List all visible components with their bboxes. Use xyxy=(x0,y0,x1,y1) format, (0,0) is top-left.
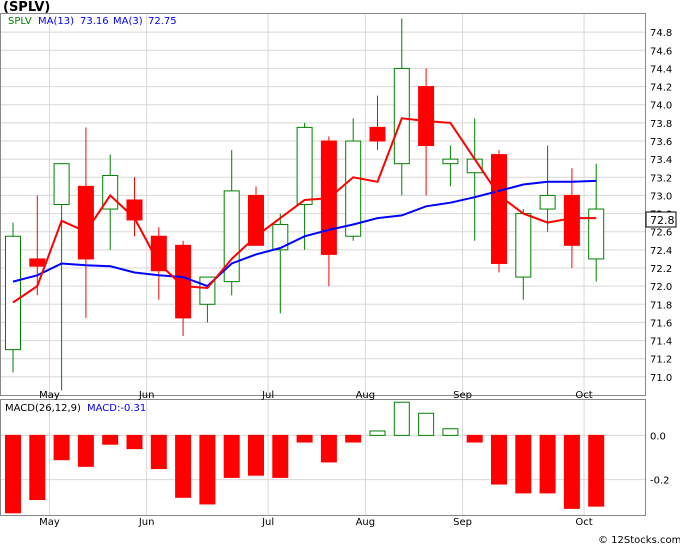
candle-up xyxy=(345,140,362,237)
candle-up xyxy=(539,194,556,210)
x-tick-label-macd: Oct xyxy=(575,517,592,528)
x-tick-label-macd: Aug xyxy=(356,517,376,528)
y-tick-label: 72.0 xyxy=(650,282,672,293)
legend-ticker: SPLV xyxy=(8,16,32,27)
macd-bar-negative xyxy=(491,434,507,485)
candle-up xyxy=(53,163,70,206)
macd-bar-positive xyxy=(393,401,410,436)
y-tick-label: 74.8 xyxy=(650,28,672,39)
macd-bar-negative xyxy=(175,434,192,498)
legend-ma13-value: 73.16 xyxy=(80,16,109,27)
y-tick-label: 74.2 xyxy=(650,83,672,94)
macd-bar-negative xyxy=(199,434,216,505)
legend-ma3-label: MA(3) xyxy=(113,16,143,27)
y-tick-label: 71.4 xyxy=(650,337,672,348)
macd-bar-negative xyxy=(102,434,119,445)
macd-bar-positive xyxy=(442,428,459,436)
candle-up xyxy=(296,126,313,205)
macd-legend-value: MACD:-0.31 xyxy=(87,403,146,414)
x-tick-label: Aug xyxy=(356,390,376,401)
candle-down xyxy=(563,194,580,246)
x-tick-label-macd: Jun xyxy=(138,517,155,528)
x-tick-label-macd: May xyxy=(39,517,60,528)
watermark: © 12Stocks.com xyxy=(598,535,680,546)
macd-bar-negative xyxy=(77,434,94,467)
x-tick-label: Jun xyxy=(138,390,155,401)
macd-y-tick-label: 0.0 xyxy=(650,431,666,442)
macd-bar-negative xyxy=(588,434,605,507)
y-tick-label: 71.0 xyxy=(650,373,672,384)
macd-bar-negative xyxy=(515,434,532,494)
macd-bar-negative xyxy=(466,434,483,443)
candle-down xyxy=(29,258,46,267)
candle-up xyxy=(588,208,605,260)
y-tick-label: 73.4 xyxy=(650,155,672,166)
x-tick-label: Jul xyxy=(261,390,274,401)
x-tick-label: May xyxy=(39,390,60,401)
candle-down xyxy=(491,154,507,264)
x-tick-label-macd: Sep xyxy=(453,517,472,528)
x-tick-label: Sep xyxy=(453,390,472,401)
candle-up xyxy=(515,213,532,278)
y-tick-label: 71.2 xyxy=(650,355,672,366)
legend-ma13-label: MA(13) xyxy=(38,16,74,27)
y-tick-label: 73.2 xyxy=(650,173,672,184)
y-tick-label: 72.6 xyxy=(650,228,672,239)
macd-bar-negative xyxy=(296,434,313,443)
x-tick-label: Oct xyxy=(575,390,592,401)
legend-ma3-value: 72.75 xyxy=(148,16,177,27)
macd-bar-negative xyxy=(345,434,362,443)
y-tick-label: 73.8 xyxy=(650,119,672,130)
macd-bar-negative xyxy=(563,434,580,509)
candle-up xyxy=(393,67,410,165)
candle-down xyxy=(418,86,435,147)
macd-bar-negative xyxy=(539,434,556,494)
y-tick-label: 73.6 xyxy=(650,137,672,148)
macd-bar-positive xyxy=(418,412,435,436)
y-tick-label: 71.8 xyxy=(650,300,672,311)
candle-up xyxy=(442,158,459,165)
candle-up xyxy=(5,235,21,351)
macd-bar-negative xyxy=(29,434,46,501)
y-tick-label: 73.0 xyxy=(650,191,672,202)
macd-bar-negative xyxy=(126,434,143,450)
macd-bar-negative xyxy=(5,434,21,514)
macd-bar-positive xyxy=(369,430,386,436)
y-tick-label: 74.6 xyxy=(650,46,672,57)
macd-bar-negative xyxy=(53,434,70,461)
macd-legend-label: MACD(26,12,9) xyxy=(5,403,81,414)
macd-bar-negative xyxy=(150,434,167,470)
macd-y-tick-label: -0.2 xyxy=(650,476,670,487)
macd-bar-negative xyxy=(248,434,264,476)
macd-bar-negative xyxy=(272,434,289,478)
macd-bar-negative xyxy=(223,434,240,478)
candle-down xyxy=(248,194,264,246)
y-tick-label: 72.4 xyxy=(650,246,672,257)
macd-bar-negative xyxy=(320,434,337,463)
y-tick-label: 74.4 xyxy=(650,64,672,75)
candle-down xyxy=(369,126,386,142)
y-tick-label: 72.2 xyxy=(650,264,672,275)
y-tick-label: 74.0 xyxy=(650,101,672,112)
x-tick-label-macd: Jul xyxy=(261,517,274,528)
last-price-tag: 72.8 xyxy=(650,214,675,227)
y-tick-label: 71.6 xyxy=(650,318,672,329)
price-chart: 71.0 71.2 71.4 71.6 71.8 72.0 72.2 72.4 72.672.8… xyxy=(0,13,680,546)
